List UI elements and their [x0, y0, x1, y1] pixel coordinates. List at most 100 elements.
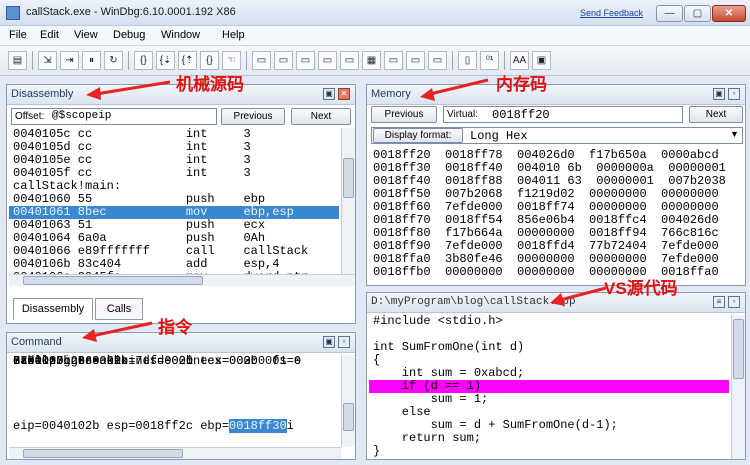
code-line: 0018ffb0 00000000 00000000 00000000 0018…: [369, 266, 743, 279]
disassembly-hscroll[interactable]: [9, 274, 355, 286]
run-to-cursor-icon[interactable]: {⇣: [156, 51, 175, 70]
open-icon[interactable]: ▤: [8, 51, 27, 70]
virtual-value: 0018ff20: [492, 108, 550, 122]
offset-label: Offset:: [15, 111, 45, 122]
command-line: eip=0040102b esp=0018ff2c ebp=0018ff30i: [9, 419, 339, 433]
go-icon[interactable]: {⇡: [178, 51, 197, 70]
dock-icon[interactable]: ≡: [713, 296, 725, 308]
scroll-thumb[interactable]: [733, 319, 744, 379]
close-icon[interactable]: ▫: [728, 88, 740, 100]
source-mode-icon[interactable]: {}: [200, 51, 219, 70]
maximize-button[interactable]: ▢: [684, 5, 711, 22]
annotation-memory-code: 内存码: [496, 75, 547, 94]
tab-calls[interactable]: Calls: [95, 298, 143, 320]
command-line: cs=0023 ss=002b ds=002b es=002b fs=0: [13, 355, 302, 368]
menu-edit[interactable]: Edit: [40, 29, 59, 41]
next-button[interactable]: Next: [689, 106, 743, 123]
menu-debug[interactable]: Debug: [113, 29, 145, 41]
toolbar-separator: [504, 51, 505, 70]
annotation-vs-source: VS源代码: [604, 279, 678, 298]
annotation-machine-code: 机械源码: [176, 75, 244, 94]
memory-pane: Memory ▣ ▫ Previous Virtual: 0018ff20 Ne…: [366, 84, 746, 286]
command-pane: Command ▣ ▫ ntdll!DbgBreakPoint: 77b0000…: [6, 332, 356, 460]
dropdown-arrow-icon[interactable]: ▼: [730, 129, 739, 139]
command-vscroll[interactable]: [341, 355, 355, 447]
menu-view[interactable]: View: [74, 29, 98, 41]
next-button[interactable]: Next: [291, 108, 351, 125]
source-path: D:\myProgram\blog\callStack.cpp: [371, 296, 576, 308]
code-line: return sum;: [369, 432, 729, 445]
menu-window[interactable]: Window: [161, 29, 200, 41]
memory-text[interactable]: 0018ff20 0018ff78 004026d0 f17b650a 0000…: [369, 149, 743, 283]
disassembly-window-icon[interactable]: ▭: [384, 51, 403, 70]
binary-icon[interactable]: ⁰¹: [480, 51, 499, 70]
code-line-text: return sum;: [373, 431, 482, 445]
toolbar-separator: [128, 51, 129, 70]
hand-icon[interactable]: ☜: [222, 51, 241, 70]
source-pane: D:\myProgram\blog\callStack.cpp ≡ ▫ #inc…: [366, 292, 746, 460]
toolbar-separator: [452, 51, 453, 70]
source-mode-toggle-icon[interactable]: ▯: [458, 51, 477, 70]
scroll-thumb[interactable]: [343, 158, 354, 198]
command-title: Command: [11, 336, 62, 348]
memory-header: Memory ▣ ▫: [367, 85, 745, 105]
menu-file[interactable]: File: [9, 29, 27, 41]
virtual-field[interactable]: Virtual: 0018ff20: [443, 106, 683, 123]
code-line-text: }: [373, 444, 381, 458]
processes-window-icon[interactable]: ▭: [428, 51, 447, 70]
dock-icon[interactable]: ▣: [323, 336, 335, 348]
minimize-button[interactable]: —: [656, 5, 683, 22]
source-vscroll[interactable]: [731, 315, 745, 459]
disassembly-text[interactable]: 0040105c cc int 3 0040105d cc int 3 004010…: [9, 128, 339, 286]
dock-icon[interactable]: ▣: [713, 88, 725, 100]
display-format-field[interactable]: Display format: Long Hex ▼: [371, 127, 743, 144]
code-line: int SumFromOne(int d): [369, 341, 729, 354]
scratch-pad-icon[interactable]: ▭: [406, 51, 425, 70]
code-line: #include <stdio.h>: [369, 315, 729, 328]
offset-field[interactable]: Offset: @$scopeip: [11, 108, 217, 125]
font-icon[interactable]: AA: [510, 51, 529, 70]
callstack-window-icon[interactable]: ▦: [362, 51, 381, 70]
step-into-icon[interactable]: ⇲: [38, 51, 57, 70]
ebp-highlight: 0018ff30: [229, 419, 287, 433]
close-icon[interactable]: ▫: [338, 336, 350, 348]
command-hscroll[interactable]: [9, 447, 341, 459]
break-icon[interactable]: ⏸: [82, 51, 101, 70]
close-button[interactable]: ✕: [712, 5, 746, 22]
registers-window-icon[interactable]: ▭: [318, 51, 337, 70]
disassembly-vscroll[interactable]: [341, 128, 355, 274]
scroll-thumb[interactable]: [23, 449, 183, 458]
code-line: }: [369, 445, 729, 458]
previous-button[interactable]: Previous: [371, 106, 437, 123]
close-icon[interactable]: ▫: [728, 296, 740, 308]
memory-window-icon[interactable]: ▭: [340, 51, 359, 70]
display-format-label: Display format:: [373, 128, 463, 143]
command-line: Breakpoint 0 hit: [13, 355, 129, 368]
dock-icon[interactable]: ▣: [323, 88, 335, 100]
menu-help[interactable]: Help: [222, 29, 245, 41]
source-text[interactable]: #include <stdio.h> int SumFromOne(int d){…: [369, 315, 729, 459]
command-line: 0:000> g: [13, 355, 71, 368]
command-window-icon[interactable]: ▭: [252, 51, 271, 70]
toolbar-separator: [246, 51, 247, 70]
toolbar: ▤ ⇲ ⇥ ⏸ ↻{} {⇣ {⇡{} ☜ ▭ ▭ ▭ ▭ ▭ ▦ ▭ ▭ ▭ ▯ ⁰¹ AA ▣: [0, 46, 750, 76]
step-over-icon[interactable]: ⇥: [60, 51, 79, 70]
close-icon[interactable]: ✕: [338, 88, 350, 100]
options-icon[interactable]: ▣: [532, 51, 551, 70]
command-output[interactable]: ntdll!DbgBreakPoint: 77b0000c cc int 3 0…: [9, 355, 339, 447]
code-line-text: int SumFromOne(int d): [373, 340, 525, 354]
watch-window-icon[interactable]: ▭: [274, 51, 293, 70]
step-out-icon[interactable]: {}: [134, 51, 153, 70]
tab-disassembly[interactable]: Disassembly: [13, 298, 93, 320]
send-feedback-link[interactable]: Send Feedback: [580, 8, 643, 18]
source-header: D:\myProgram\blog\callStack.cpp ≡ ▫: [367, 293, 745, 313]
display-format-value: Long Hex: [470, 129, 528, 143]
locals-window-icon[interactable]: ▭: [296, 51, 315, 70]
offset-value: @$scopeip: [52, 110, 112, 122]
scroll-thumb[interactable]: [343, 403, 354, 431]
scroll-thumb[interactable]: [23, 276, 203, 285]
code-line-text: #include <stdio.h>: [373, 315, 503, 328]
command-line: 77b0000c cc int 3: [13, 355, 251, 368]
restart-icon[interactable]: ↻: [104, 51, 123, 70]
previous-button[interactable]: Previous: [221, 108, 285, 125]
